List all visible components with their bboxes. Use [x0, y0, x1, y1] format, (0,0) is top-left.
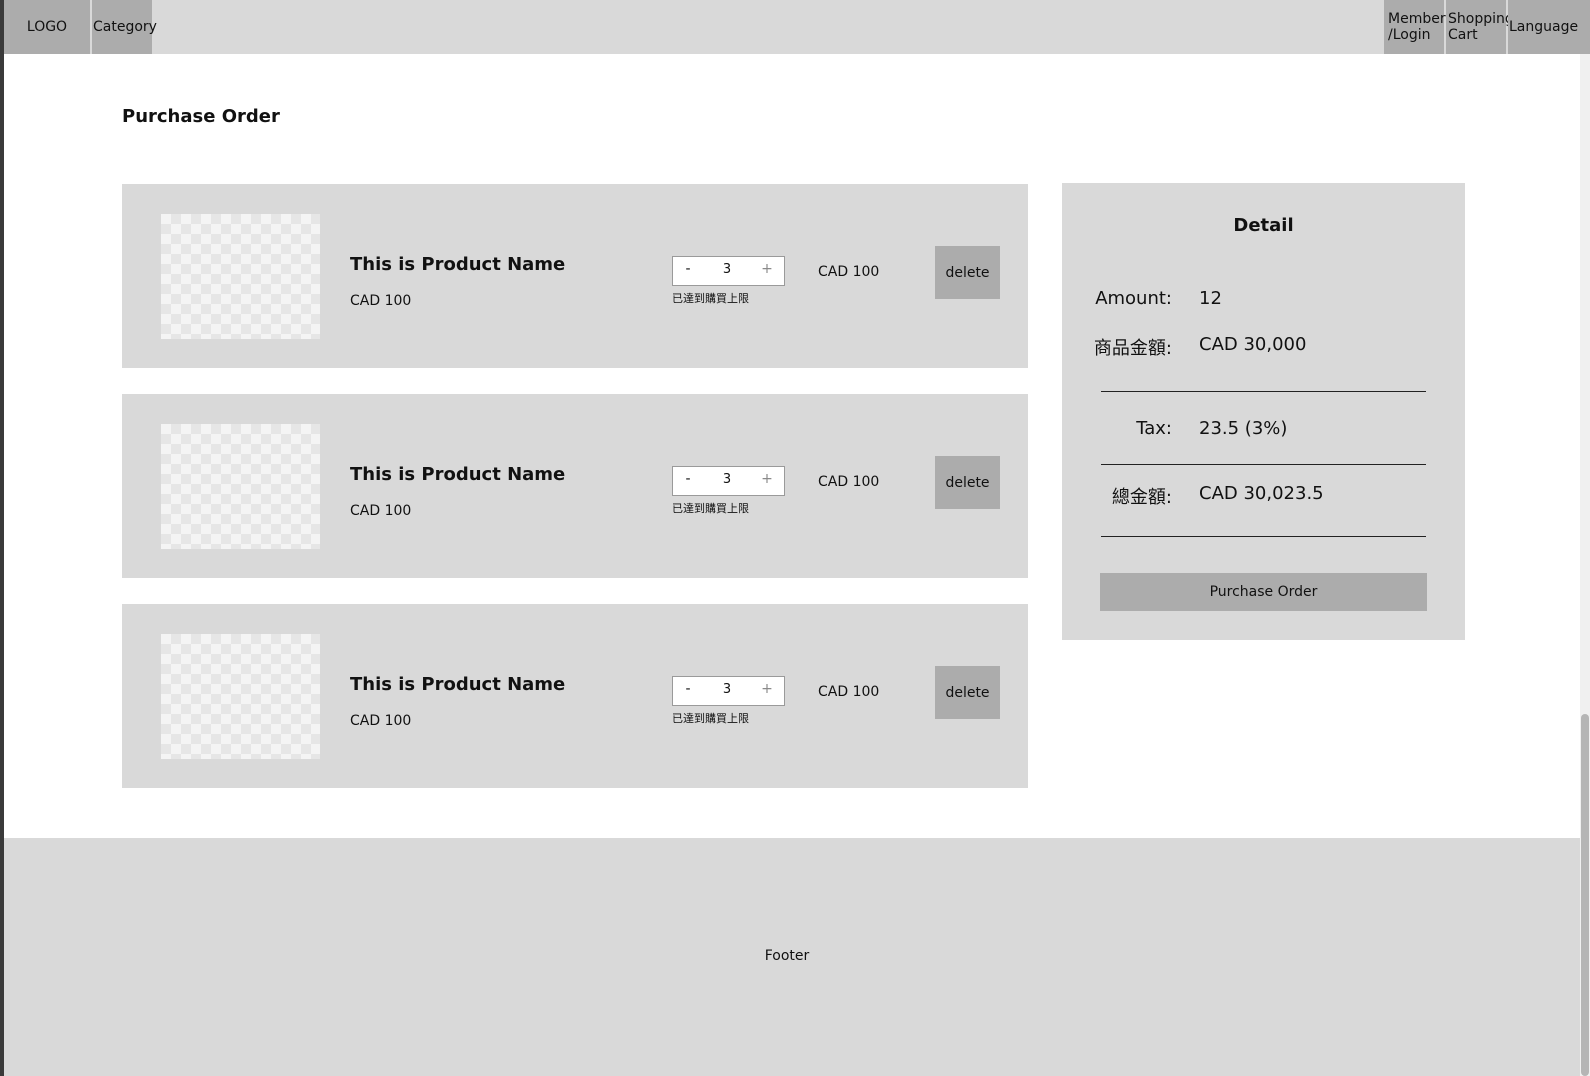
category-menu[interactable]: Category	[92, 0, 157, 54]
delete-button[interactable]: delete	[935, 666, 1000, 719]
decrease-quantity-button[interactable]: -	[678, 261, 698, 277]
increase-quantity-button[interactable]: +	[757, 681, 777, 697]
delete-button[interactable]: delete	[935, 456, 1000, 509]
delete-button[interactable]: delete	[935, 246, 1000, 299]
quantity-input[interactable]	[707, 262, 747, 277]
product-unit-price: CAD 100	[350, 293, 412, 309]
detail-title: Detail	[1233, 215, 1294, 236]
product-name[interactable]: This is Product Name	[350, 254, 565, 275]
divider	[1101, 536, 1426, 537]
total-value: CAD 30,023.5	[1199, 483, 1324, 504]
increase-quantity-button[interactable]: +	[757, 261, 777, 277]
footer-text: Footer	[764, 948, 810, 964]
line-total: CAD 100	[818, 684, 880, 700]
subtotal-label: 商品金額:	[1093, 338, 1172, 359]
purchase-order-button[interactable]: Purchase Order	[1100, 573, 1427, 611]
page: LOGO Category Member /Login Shopping Car…	[4, 0, 1590, 1076]
page-title: Purchase Order	[122, 106, 280, 127]
amount-value: 12	[1199, 288, 1222, 309]
product-image-placeholder[interactable]	[161, 424, 320, 549]
shopping-cart-link[interactable]: Shopping Cart	[1446, 0, 1514, 54]
quantity-stepper: - +	[672, 466, 785, 496]
subtotal-value: CAD 30,000	[1199, 334, 1307, 355]
quantity-stepper: - +	[672, 256, 785, 286]
product-name[interactable]: This is Product Name	[350, 464, 565, 485]
product-unit-price: CAD 100	[350, 713, 412, 729]
cart-item: This is Product Name CAD 100 - + 已達到購買上限…	[122, 394, 1028, 578]
top-nav-bar: LOGO Category Member /Login Shopping Car…	[4, 0, 1590, 54]
increase-quantity-button[interactable]: +	[757, 471, 777, 487]
member-login-link[interactable]: Member /Login	[1384, 0, 1446, 54]
tax-value: 23.5 (3%)	[1199, 418, 1288, 439]
cart-item: This is Product Name CAD 100 - + 已達到購買上限…	[122, 184, 1028, 368]
amount-label: Amount:	[1095, 288, 1172, 309]
tax-label: Tax:	[1136, 418, 1172, 439]
quantity-input[interactable]	[707, 682, 747, 697]
product-name[interactable]: This is Product Name	[350, 674, 565, 695]
footer: Footer	[4, 838, 1590, 1076]
total-label: 總金額:	[1111, 487, 1172, 508]
order-detail-panel: Detail Amount: 12 商品金額: CAD 30,000 Tax: …	[1062, 183, 1465, 640]
language-selector[interactable]: Language	[1508, 0, 1590, 54]
quantity-input[interactable]	[707, 472, 747, 487]
product-unit-price: CAD 100	[350, 503, 412, 519]
divider	[1101, 464, 1426, 465]
purchase-limit-note: 已達到購買上限	[672, 502, 749, 515]
product-image-placeholder[interactable]	[161, 634, 320, 759]
logo-link[interactable]: LOGO	[4, 0, 90, 54]
line-total: CAD 100	[818, 264, 880, 280]
divider	[1101, 391, 1426, 392]
decrease-quantity-button[interactable]: -	[678, 681, 698, 697]
purchase-limit-note: 已達到購買上限	[672, 712, 749, 725]
product-image-placeholder[interactable]	[161, 214, 320, 339]
line-total: CAD 100	[818, 474, 880, 490]
decrease-quantity-button[interactable]: -	[678, 471, 698, 487]
cart-item: This is Product Name CAD 100 - + 已達到購買上限…	[122, 604, 1028, 788]
purchase-limit-note: 已達到購買上限	[672, 292, 749, 305]
quantity-stepper: - +	[672, 676, 785, 706]
scrollbar-thumb[interactable]	[1581, 714, 1589, 1076]
